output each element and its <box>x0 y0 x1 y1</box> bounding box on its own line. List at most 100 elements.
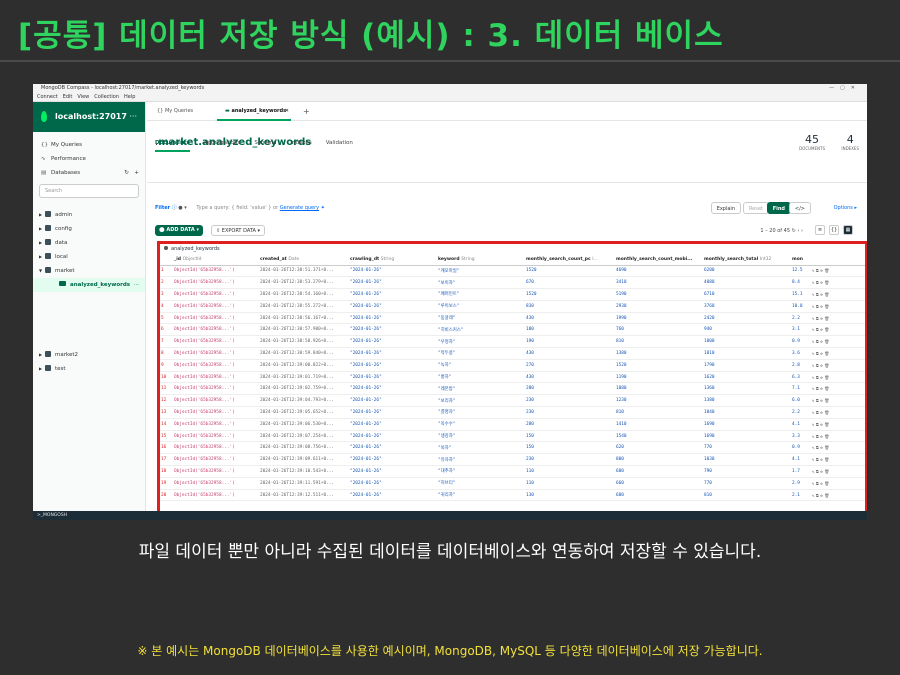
table-cell[interactable]: "귀리차" <box>436 489 524 502</box>
table-cell[interactable]: 1360 <box>702 382 790 396</box>
delete-icon[interactable]: 🗑 <box>824 386 831 391</box>
explain-button[interactable]: Explain <box>710 202 741 214</box>
table-cell[interactable]: ObjectId('65b32958...') <box>172 453 258 467</box>
table-cell[interactable]: 2024-01-26T12:38:57.900+0... <box>258 323 348 337</box>
delete-icon[interactable]: 🗑 <box>824 445 831 450</box>
new-tab-button[interactable]: + <box>295 102 310 121</box>
table-cell[interactable]: 2024-01-26T12:39:08.756+0... <box>258 441 348 455</box>
table-cell[interactable]: 940 <box>702 323 790 337</box>
tab-validation[interactable]: Validation <box>326 140 353 150</box>
table-cell[interactable]: 1690 <box>702 430 790 443</box>
table-cell[interactable]: "둥굴레" <box>436 312 524 325</box>
table-row[interactable]: 10 ObjectId('65b32958...') 2024-01-26T12:3… <box>160 371 865 384</box>
table-cell[interactable]: 2024-01-26T12:38:54.160+0... <box>258 288 348 301</box>
info-icon[interactable]: ⓘ <box>172 205 177 211</box>
table-cell[interactable]: "2024-01-26" <box>348 300 436 313</box>
table-cell[interactable]: 1520 <box>524 288 614 301</box>
table-cell[interactable]: 2024-01-26T12:39:02.759+0... <box>258 382 348 396</box>
table-cell[interactable]: 2.9 <box>790 477 810 490</box>
table-cell[interactable]: ObjectId('65b32958...') <box>172 276 258 290</box>
table-cell[interactable]: 1540 <box>614 430 702 443</box>
table-cell[interactable]: 110 <box>524 465 614 478</box>
table-cell[interactable]: "2024-01-26" <box>348 288 436 301</box>
table-cell[interactable]: 190 <box>524 335 614 349</box>
table-cell[interactable]: ObjectId('65b32958...') <box>172 323 258 337</box>
settings-icon[interactable]: ● ▾ <box>178 205 186 211</box>
find-button[interactable]: Find <box>766 202 791 214</box>
plus-icon[interactable]: + <box>134 166 139 180</box>
delete-icon[interactable]: 🗑 <box>824 304 831 309</box>
mongosh-bar[interactable]: >_MONGOSH <box>33 511 867 520</box>
table-cell[interactable]: 760 <box>614 323 702 337</box>
table-cell[interactable]: 230 <box>524 394 614 408</box>
window-controls[interactable]: —▢✕ <box>829 84 861 93</box>
table-cell[interactable]: 1080 <box>614 382 702 396</box>
table-cell[interactable]: 2.8 <box>790 359 810 372</box>
delete-icon[interactable]: 🗑 <box>824 280 831 285</box>
table-cell[interactable]: "2024-01-26" <box>348 394 436 408</box>
table-cell[interactable]: "2024-01-26" <box>348 382 436 396</box>
table-cell[interactable]: 280 <box>524 418 614 431</box>
filter-input[interactable]: Type a query: { field: 'value' } or <box>196 205 278 211</box>
table-row[interactable]: 3 ObjectId('65b32958...') 2024-01-26T12:38… <box>160 288 865 301</box>
more-icon[interactable]: ··· <box>134 278 139 292</box>
table-cell[interactable]: "보이차" <box>436 276 524 290</box>
table-cell[interactable]: 670 <box>524 276 614 290</box>
table-row[interactable]: 11 ObjectId('65b32958...') 2024-01-26T12:3… <box>160 382 865 396</box>
delete-icon[interactable]: 🗑 <box>824 316 831 321</box>
table-cell[interactable]: 800 <box>614 453 702 467</box>
table-cell[interactable]: 2.2 <box>790 312 810 325</box>
table-cell[interactable]: "2024-01-26" <box>348 323 436 337</box>
table-cell[interactable]: "2024-01-26" <box>348 465 436 478</box>
table-cell[interactable]: "페퍼민트" <box>436 288 524 301</box>
add-data-button[interactable]: ⬤ ADD DATA ▾ <box>155 225 204 236</box>
delete-icon[interactable]: 🗑 <box>824 351 831 356</box>
table-cell[interactable]: 620 <box>614 441 702 455</box>
tree-db-local[interactable]: ▶ local <box>33 250 145 264</box>
tab-aggregations[interactable]: Aggregations <box>204 140 241 150</box>
table-row[interactable]: 7 ObjectId('65b32958...') 2024-01-26T12:38… <box>160 335 865 349</box>
table-cell[interactable]: 150 <box>524 441 614 455</box>
table-cell[interactable]: 4.1 <box>790 453 810 467</box>
table-row[interactable]: 20 ObjectId('65b32958...') 2024-01-26T12:3… <box>160 489 865 502</box>
delete-icon[interactable]: 🗑 <box>824 469 831 474</box>
table-row[interactable]: 12 ObjectId('65b32958...') 2024-01-26T12:3… <box>160 394 865 408</box>
export-data-button[interactable]: ⇪ EXPORT DATA ▾ <box>211 225 266 236</box>
table-cell[interactable]: 2024-01-26T12:39:05.652+0... <box>258 406 348 419</box>
table-cell[interactable]: 130 <box>524 489 614 502</box>
table-cell[interactable]: 4080 <box>702 276 790 290</box>
table-cell[interactable]: ObjectId('65b32958...') <box>172 300 258 313</box>
table-cell[interactable]: 1040 <box>702 406 790 419</box>
column-header[interactable]: monthly_search_total Int32 <box>702 255 790 266</box>
table-cell[interactable]: 110 <box>524 477 614 490</box>
table-cell[interactable]: 810 <box>614 406 702 419</box>
table-cell[interactable]: "2024-01-26" <box>348 489 436 502</box>
table-cell[interactable]: 2024-01-26T12:39:12.511+0... <box>258 489 348 502</box>
table-cell[interactable]: 3.3 <box>790 430 810 443</box>
table-cell[interactable]: "2024-01-26" <box>348 406 436 419</box>
table-cell[interactable]: 1000 <box>702 335 790 349</box>
table-cell[interactable]: 1990 <box>614 312 702 325</box>
tree-collection-analyzed-keywords[interactable]: analyzed_keywords ··· <box>33 278 145 292</box>
table-cell[interactable]: "2024-01-26" <box>348 453 436 467</box>
column-header[interactable]: _id ObjectId <box>172 255 258 266</box>
table-cell[interactable]: 3760 <box>702 300 790 313</box>
table-cell[interactable]: "쑥차" <box>436 441 524 455</box>
tree-db-admin[interactable]: ▶ admin <box>33 208 145 222</box>
delete-icon[interactable]: 🗑 <box>824 398 831 403</box>
table-cell[interactable]: 2024-01-26T12:38:53.279+0... <box>258 276 348 290</box>
table-cell[interactable]: 2024-01-26T12:38:58.926+0... <box>258 335 348 349</box>
connection-header[interactable]: localhost:27017 ··· <box>33 102 145 132</box>
table-row[interactable]: 19 ObjectId('65b32958...') 2024-01-26T12:3… <box>160 477 865 490</box>
code-icon[interactable]: </> <box>788 202 811 214</box>
table-cell[interactable]: ObjectId('65b32958...') <box>172 382 258 396</box>
delete-icon[interactable]: 🗑 <box>824 410 831 415</box>
tree-db-data[interactable]: ▶ data <box>33 236 145 250</box>
reset-button[interactable]: Reset <box>743 202 769 214</box>
table-cell[interactable]: 810 <box>702 489 790 502</box>
table-cell[interactable]: 1190 <box>614 371 702 384</box>
table-row[interactable]: 13 ObjectId('65b32958...') 2024-01-26T12:3… <box>160 406 865 419</box>
close-icon[interactable]: ✕ <box>285 102 289 121</box>
table-cell[interactable]: "허브티" <box>436 477 524 490</box>
refresh-icon[interactable]: ↻ <box>792 228 796 234</box>
